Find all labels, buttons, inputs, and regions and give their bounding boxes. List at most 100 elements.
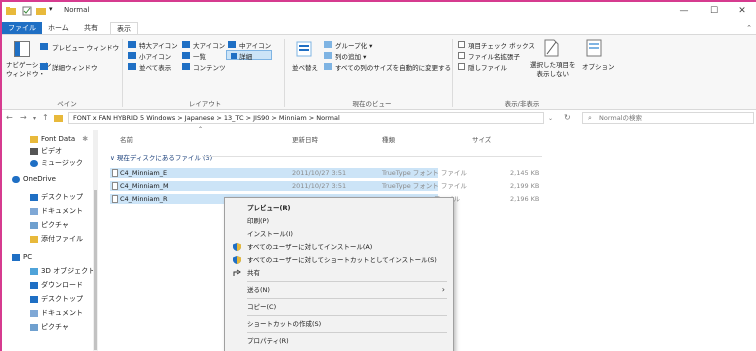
nav-pane-icon[interactable] [14, 41, 30, 57]
download-icon [30, 281, 38, 289]
sort-indicator-icon: ⌃ [198, 126, 204, 133]
nav-item-desktop[interactable]: デスクトップ [30, 192, 83, 202]
menu-item-create-shortcut[interactable]: ショートカットの作成(S) [225, 318, 453, 330]
close-button[interactable]: ✕ [728, 4, 756, 18]
menu-item-share[interactable]: 共有 [225, 267, 453, 279]
context-menu: プレビュー(R) 印刷(P) インストール(I) すべてのユーザーに対してインス… [224, 197, 454, 351]
column-header-size[interactable]: サイズ [472, 134, 491, 144]
tab-file[interactable]: ファイル [2, 22, 42, 34]
scrollbar-thumb[interactable] [94, 190, 97, 350]
details-icon [231, 53, 237, 59]
group-divider [202, 156, 542, 157]
file-size: 2,199 KB [510, 182, 540, 190]
layout-tiles[interactable]: 並べて表示 [139, 62, 171, 72]
table-row[interactable]: C4_Minniam_M 2011/10/27 3:51 TrueType フォ… [110, 181, 539, 191]
file-type: TrueType フォント ファイル [382, 182, 467, 190]
search-input[interactable]: Normalの検索 [582, 112, 754, 124]
nav-item-onedrive[interactable]: OneDrive [12, 174, 56, 184]
options-button[interactable]: オプション [582, 61, 615, 71]
file-size: 2,145 KB [510, 169, 540, 177]
font-file-icon [112, 182, 118, 190]
layout-medium[interactable]: 中アイコン [239, 40, 271, 50]
nav-item-documents-pc[interactable]: ドキュメント [30, 308, 83, 318]
layout-large[interactable]: 大アイコン [193, 40, 225, 50]
nav-item-attachments[interactable]: 添付ファイル [30, 234, 83, 244]
preview-pane-button[interactable]: プレビュー ウィンドウ [52, 42, 119, 52]
layout-list[interactable]: 一覧 [193, 51, 206, 61]
fit-columns-icon [324, 63, 332, 70]
menu-item-install-shortcut-all-users[interactable]: すべてのユーザーに対してショートカットとしてインストール(S) [225, 254, 453, 266]
group-by-button[interactable]: グループ化 ▾ [335, 40, 372, 50]
table-row[interactable]: C4_Minniam_E 2011/10/27 3:51 TrueType フォ… [110, 168, 539, 178]
file-name: C4_Minniam_R [120, 195, 168, 203]
nav-item-videos[interactable]: ビデオ [30, 146, 62, 156]
nav-item-documents[interactable]: ドキュメント [30, 206, 83, 216]
sort-button[interactable]: 並べ替え [292, 62, 318, 72]
ribbon-tabs: ファイル ホーム 共有 表示 ⌃ [2, 22, 756, 34]
qa-dropdown-icon[interactable]: ▾ [49, 5, 53, 15]
nav-item-downloads[interactable]: ダウンロード [30, 280, 83, 290]
properties-icon[interactable] [22, 6, 32, 16]
menu-item-copy[interactable]: コピー(C) [225, 301, 453, 313]
column-header-name[interactable]: 名前 [120, 134, 133, 144]
tab-home[interactable]: ホーム [42, 22, 75, 34]
tab-view[interactable]: 表示 [110, 22, 138, 34]
menu-separator [247, 281, 447, 282]
tab-share[interactable]: 共有 [78, 22, 104, 34]
hidden-files-checkbox[interactable] [458, 63, 465, 70]
refresh-icon[interactable]: ↻ [564, 113, 571, 122]
nav-item-music[interactable]: ミュージック [30, 158, 83, 168]
file-type: TrueType フォント ファイル [382, 169, 467, 177]
nav-item-desktop-pc[interactable]: デスクトップ [30, 294, 83, 304]
layout-small[interactable]: 小アイコン [139, 51, 171, 61]
ribbon: ナビゲーション ウィンドウ・ プレビュー ウィンドウ 詳細ウィンドウ ペイン 特… [2, 34, 756, 110]
navigation-pane: Font Data ✱ ビデオ ミュージック OneDrive デスクトップ ドキ… [2, 130, 98, 351]
menu-item-install[interactable]: インストール(I) [225, 228, 453, 240]
item-checkboxes-checkbox[interactable] [458, 41, 465, 48]
address-dropdown-icon[interactable]: ⌄ [548, 115, 553, 122]
explorer-window: ▾ Normal — ☐ ✕ ファイル ホーム 共有 表示 ⌃ ナビゲーション … [0, 0, 756, 351]
column-header-date[interactable]: 更新日時 [292, 134, 318, 144]
back-icon[interactable]: ← [6, 113, 13, 122]
extensions-checkbox[interactable] [458, 52, 465, 59]
breadcrumb[interactable]: FONT x FAN HYBRID 5 Windows > Japanese >… [68, 112, 544, 124]
new-folder-icon[interactable] [36, 6, 46, 16]
details-pane-button[interactable]: 詳細ウィンドウ [52, 62, 98, 72]
hide-selected-button[interactable]: 選択した項目を 表示しない [530, 61, 576, 79]
folder-icon [54, 115, 63, 122]
cloud-icon [12, 175, 20, 183]
recent-dropdown-icon[interactable]: ▾ [33, 115, 36, 122]
menu-item-properties[interactable]: プロパティ(R) [225, 335, 453, 347]
share-icon [233, 269, 241, 276]
fit-columns-button[interactable]: すべての列のサイズを自動的に変更する [335, 62, 451, 72]
layout-extra-large[interactable]: 特大アイコン [139, 40, 178, 50]
group-by-icon [324, 41, 332, 48]
minimize-button[interactable]: — [670, 4, 698, 18]
nav-item-pictures-pc[interactable]: ピクチャ [30, 322, 69, 332]
sort-icon[interactable] [296, 41, 312, 57]
layout-details[interactable]: 詳細 [226, 50, 272, 61]
menu-item-print[interactable]: 印刷(P) [225, 215, 453, 227]
up-icon[interactable]: ↑ [42, 113, 49, 122]
menu-item-install-all-users[interactable]: すべてのユーザーに対してインストール(A) [225, 241, 453, 253]
hide-selected-icon[interactable] [542, 39, 560, 57]
add-column-button[interactable]: 列の追加 ▾ [335, 51, 366, 61]
nav-item-font-data[interactable]: Font Data ✱ [30, 134, 88, 144]
group-header[interactable]: ∨ 現在ディスクにあるファイル (3) [110, 152, 212, 162]
nav-scrollbar[interactable] [93, 130, 98, 351]
column-header-type[interactable]: 種類 [382, 134, 395, 144]
file-date: 2011/10/27 3:51 [292, 169, 347, 177]
nav-item-3d-objects[interactable]: 3D オブジェクト [30, 266, 95, 276]
layout-content[interactable]: コンテンツ [193, 62, 226, 72]
options-icon[interactable] [586, 39, 602, 57]
add-column-icon [324, 52, 332, 59]
nav-item-pc[interactable]: PC [12, 252, 32, 262]
chevron-up-icon[interactable]: ⌃ [746, 24, 752, 32]
picture-icon [30, 323, 38, 331]
menu-item-send-to[interactable]: 送る(N) › [225, 284, 453, 296]
menu-item-preview[interactable]: プレビュー(R) [225, 202, 453, 214]
maximize-button[interactable]: ☐ [700, 4, 728, 18]
folder-icon [30, 135, 38, 143]
forward-icon[interactable]: → [20, 113, 27, 122]
nav-item-pictures[interactable]: ピクチャ [30, 220, 69, 230]
